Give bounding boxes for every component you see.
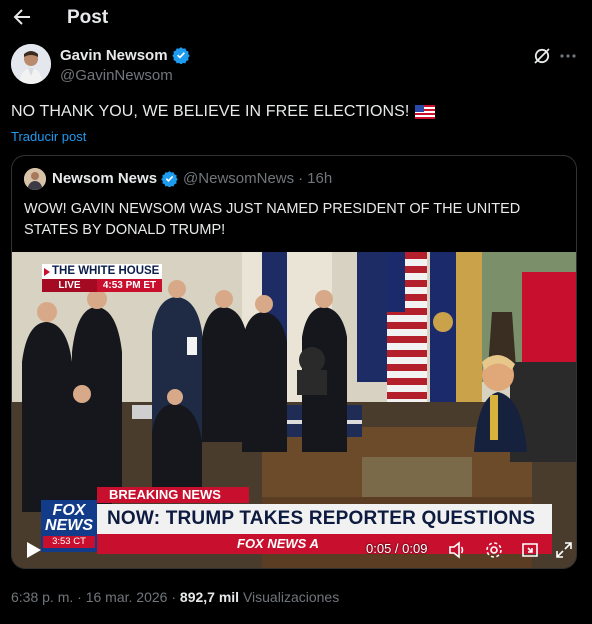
pip-icon[interactable] xyxy=(520,540,540,560)
bug-time: 4:53 PM ET xyxy=(102,280,157,291)
views-count[interactable]: 892,7 mil xyxy=(180,589,239,605)
arrow-left-icon[interactable] xyxy=(10,5,34,29)
us-flag-icon xyxy=(415,105,436,119)
quoted-author-handle[interactable]: @NewsomNews xyxy=(183,170,294,187)
bug-bottom: LIVE 4:53 PM ET xyxy=(42,279,162,292)
volume-icon[interactable] xyxy=(447,540,467,560)
separator-dot: · xyxy=(298,170,304,187)
quoted-post-text: WOW! GAVIN NEWSOM WAS JUST NAMED PRESIDE… xyxy=(24,201,521,238)
top-bar: Post xyxy=(0,0,592,36)
verified-badge-icon xyxy=(171,47,190,64)
post-meta: 6:38 p. m. · 16 mar. 2026 · 892,7 mil Vi… xyxy=(11,589,339,605)
meta-separator: · xyxy=(167,589,180,605)
page-title: Post xyxy=(67,7,109,28)
bug-title: THE WHITE HOUSE xyxy=(42,264,162,279)
grok-icon[interactable] xyxy=(532,46,552,66)
video-player[interactable]: THE WHITE HOUSE LIVE 4:53 PM ET BREAKING… xyxy=(12,252,576,568)
post-body: NO THANK YOU, WE BELIEVE IN FREE ELECTIO… xyxy=(11,103,410,120)
meta-separator: · xyxy=(73,589,86,605)
live-badge: LIVE xyxy=(42,279,97,292)
quoted-avatar[interactable] xyxy=(24,168,46,190)
more-options-icon[interactable] xyxy=(558,46,578,66)
quoted-author-name[interactable]: Newsom News xyxy=(52,170,157,187)
headline-bar: NOW: TRUMP TAKES REPORTER QUESTIONS xyxy=(97,504,552,534)
elapsed-time: 0:05 xyxy=(366,541,392,556)
quoted-post-age[interactable]: 16h xyxy=(307,170,332,187)
quoted-header: Newsom News @NewsomNews · 16h xyxy=(52,170,332,187)
views-label: Visualizaciones xyxy=(242,589,340,605)
timer-separator: / xyxy=(391,541,403,556)
verified-badge-icon xyxy=(161,171,178,187)
fox-logo-line2: NEWS xyxy=(45,517,93,534)
author-name[interactable]: Gavin Newsom xyxy=(60,47,168,64)
breaking-news-label: BREAKING NEWS xyxy=(97,487,249,503)
duration-time: 0:09 xyxy=(402,541,428,556)
author-name-row: Gavin Newsom xyxy=(60,46,190,64)
post-date[interactable]: 16 mar. 2026 xyxy=(86,589,168,605)
video-timer: 0:05 / 0:09 xyxy=(366,541,427,556)
author-handle[interactable]: @GavinNewsom xyxy=(60,67,173,84)
translate-post-link[interactable]: Traducir post xyxy=(11,129,86,144)
post-text: NO THANK YOU, WE BELIEVE IN FREE ELECTIO… xyxy=(11,103,436,121)
quoted-post[interactable]: Newsom News @NewsomNews · 16h WOW! GAVIN… xyxy=(11,155,577,569)
fullscreen-icon[interactable] xyxy=(554,540,574,560)
post-time[interactable]: 6:38 p. m. xyxy=(11,589,73,605)
white-house-bug: THE WHITE HOUSE LIVE 4:53 PM ET xyxy=(42,264,162,292)
play-icon[interactable] xyxy=(26,541,42,559)
settings-gear-icon[interactable] xyxy=(484,540,504,560)
video-controls: 0:05 / 0:09 xyxy=(12,535,576,568)
avatar[interactable] xyxy=(11,44,51,84)
